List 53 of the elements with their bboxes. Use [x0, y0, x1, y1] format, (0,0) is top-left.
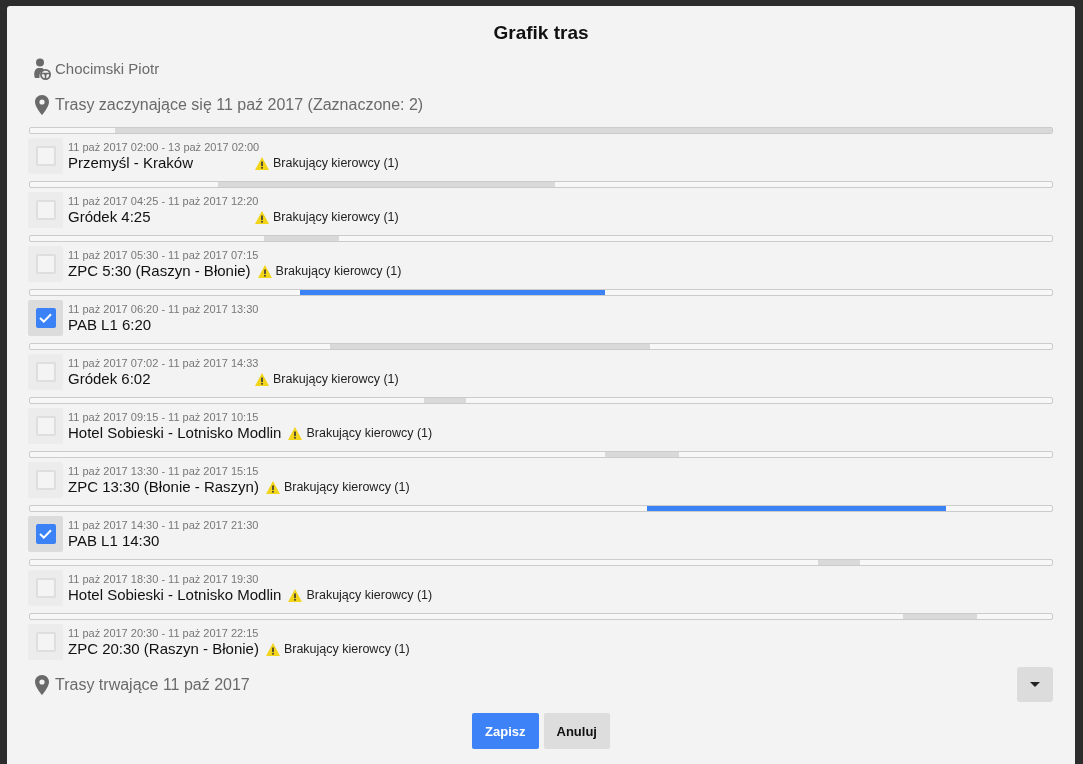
route-time: 11 paż 2017 06:20 - 11 paż 2017 13:30 — [68, 303, 259, 316]
route-name: Hotel Sobieski - Lotnisko Modlin — [68, 586, 282, 604]
route-name: Przemyśl - Kraków — [68, 154, 195, 172]
person-steering-wheel-icon — [33, 58, 51, 80]
checkbox[interactable] — [28, 300, 63, 336]
warning-icon — [257, 264, 272, 278]
warning-icon — [288, 426, 303, 440]
warning-text: Brakujący kierowcy (1) — [306, 425, 433, 441]
caret-down-icon — [1030, 682, 1040, 687]
route-name: ZPC 13:30 (Błonie - Raszyn) — [68, 478, 259, 496]
route-name: Gródek 4:25 — [68, 208, 152, 226]
route-time: 11 paż 2017 18:30 - 11 paż 2017 19:30 — [68, 573, 260, 586]
route-time: 11 paż 2017 04:25 - 11 paż 2017 12:20 — [68, 195, 260, 208]
warning-text: Brakujący kierowcy (1) — [306, 587, 433, 603]
section-heading: Trasy trwające 11 paź 2017 — [55, 674, 250, 695]
timeline-segment — [817, 560, 861, 565]
route-name: ZPC 20:30 (Raszyn - Błonie) — [68, 640, 259, 658]
warning-icon — [255, 372, 269, 386]
route-name: PAB L1 6:20 — [68, 316, 153, 334]
warning-icon — [255, 156, 269, 170]
driver-name: Chocimski Piotr — [55, 59, 160, 79]
route-time: 11 paż 2017 02:00 - 13 paż 2017 02:00 — [68, 141, 261, 154]
route-time: 11 paż 2017 20:30 - 11 paż 2017 22:15 — [68, 627, 260, 640]
map-pin-icon — [35, 95, 49, 115]
checkmark-icon — [39, 529, 52, 539]
checkmark-icon — [39, 313, 52, 323]
section-heading: Trasy zaczynające się 11 paź 2017 (Zaznaczone: 2) — [55, 95, 424, 115]
route-name: ZPC 5:30 (Raszyn - Błonie) — [68, 262, 251, 280]
warning-text: Brakujący kierowcy (1) — [275, 263, 402, 279]
warning-icon — [265, 480, 280, 494]
warning-text: Brakujący kierowcy (1) — [283, 641, 410, 657]
warning-icon — [288, 588, 303, 602]
route-name: PAB L1 14:30 — [68, 532, 161, 550]
route-time: 11 paż 2017 05:30 - 11 paż 2017 07:15 — [68, 249, 260, 262]
route-time: 11 paż 2017 13:30 - 11 paż 2017 15:15 — [68, 465, 260, 478]
warning-text: Brakujący kierowcy (1) — [273, 209, 399, 225]
route-time: 11 paż 2017 07:02 - 11 paż 2017 14:33 — [68, 357, 260, 370]
warning-text: Brakujący kierowcy (1) — [273, 155, 399, 171]
warning-text: Brakujący kierowcy (1) — [283, 479, 410, 495]
map-pin-icon — [35, 674, 49, 695]
expand-button[interactable] — [1017, 667, 1053, 702]
route-name: Gródek 6:02 — [68, 370, 152, 388]
dialog-title: Grafik tras — [492, 21, 590, 45]
route-time: 11 paż 2017 09:15 - 11 paż 2017 10:15 — [68, 411, 260, 424]
warning-icon — [265, 642, 280, 656]
warning-text: Brakujący kierowcy (1) — [273, 371, 399, 387]
checkbox[interactable] — [28, 516, 63, 552]
route-time: 11 paż 2017 14:30 - 11 paż 2017 21:30 — [68, 519, 259, 532]
cancel-button[interactable]: Anuluj — [543, 713, 610, 749]
save-button[interactable]: Zapisz — [472, 713, 539, 749]
timeline-segment — [423, 398, 467, 403]
warning-icon — [255, 210, 269, 224]
route-name: Hotel Sobieski - Lotnisko Modlin — [68, 424, 282, 442]
